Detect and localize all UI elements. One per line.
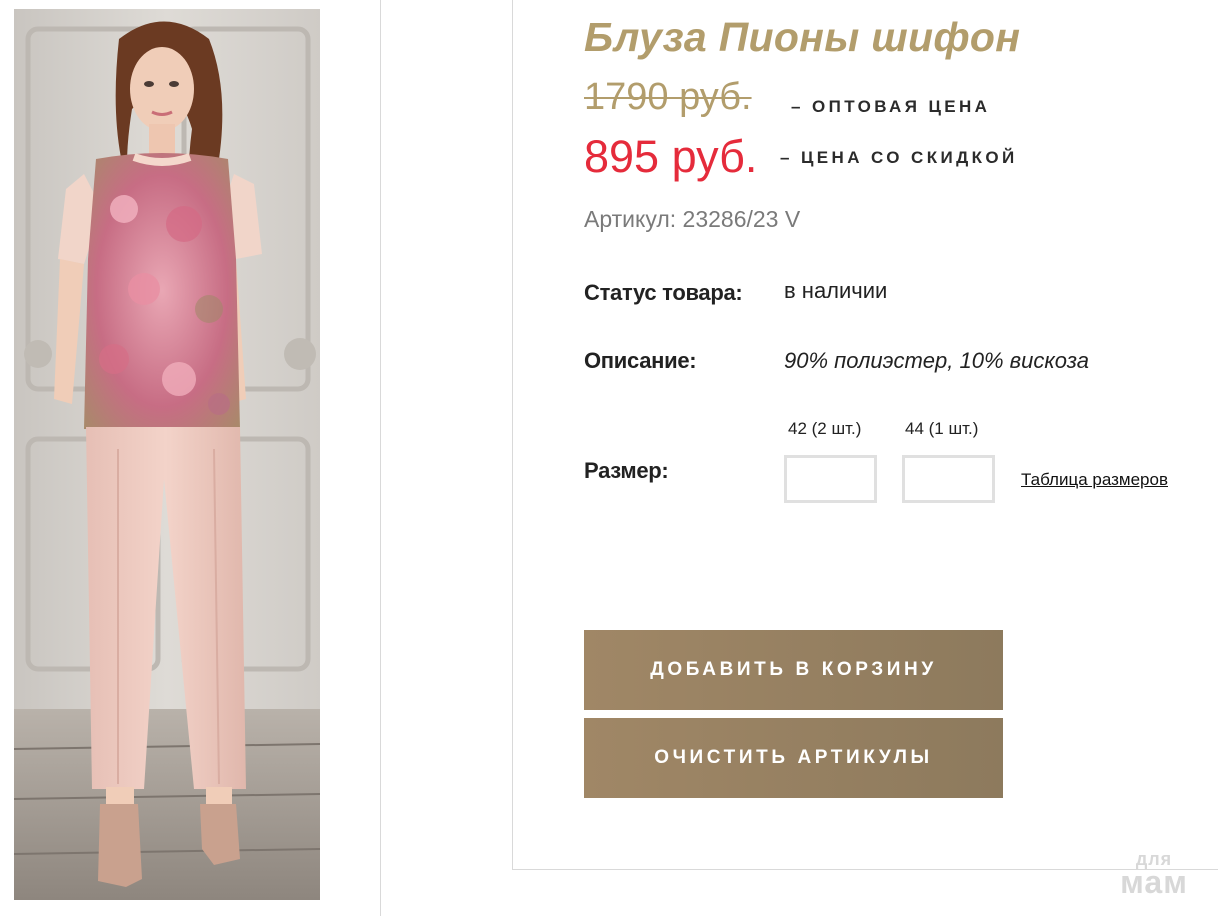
clear-articles-button[interactable]: ОЧИСТИТЬ АРТИКУЛЫ [584,718,1003,798]
size-caption-42: 42 (2 шт.) [788,419,862,438]
watermark-bottom: мам [1120,864,1188,900]
panel-border [512,0,513,870]
product-title: Блуза Пионы шифон [584,14,1021,60]
vertical-divider [380,0,381,916]
product-photo [14,9,320,900]
description-value: 90% полиэстер, 10% вискоза [784,348,1089,373]
old-price-label: – ОПТОВАЯ ЦЕНА [791,97,991,116]
size-label: Размер: [584,458,669,483]
site-watermark: для мам [1108,850,1200,898]
size-42-quantity-input[interactable] [784,455,877,503]
status-value: в наличии [784,278,888,303]
sale-price: 895 руб. [584,131,758,182]
size-44-quantity-input[interactable] [902,455,995,503]
add-to-cart-button[interactable]: ДОБАВИТЬ В КОРЗИНУ [584,630,1003,710]
article-number: Артикул: 23286/23 V [584,206,801,232]
size-table-link[interactable]: Таблица размеров [1021,470,1168,490]
status-label: Статус товара: [584,280,743,305]
sale-price-label: – ЦЕНА СО СКИДКОЙ [780,148,1018,167]
description-label: Описание: [584,348,697,373]
old-price: 1790 руб. [584,76,752,118]
size-caption-44: 44 (1 шт.) [905,419,979,438]
